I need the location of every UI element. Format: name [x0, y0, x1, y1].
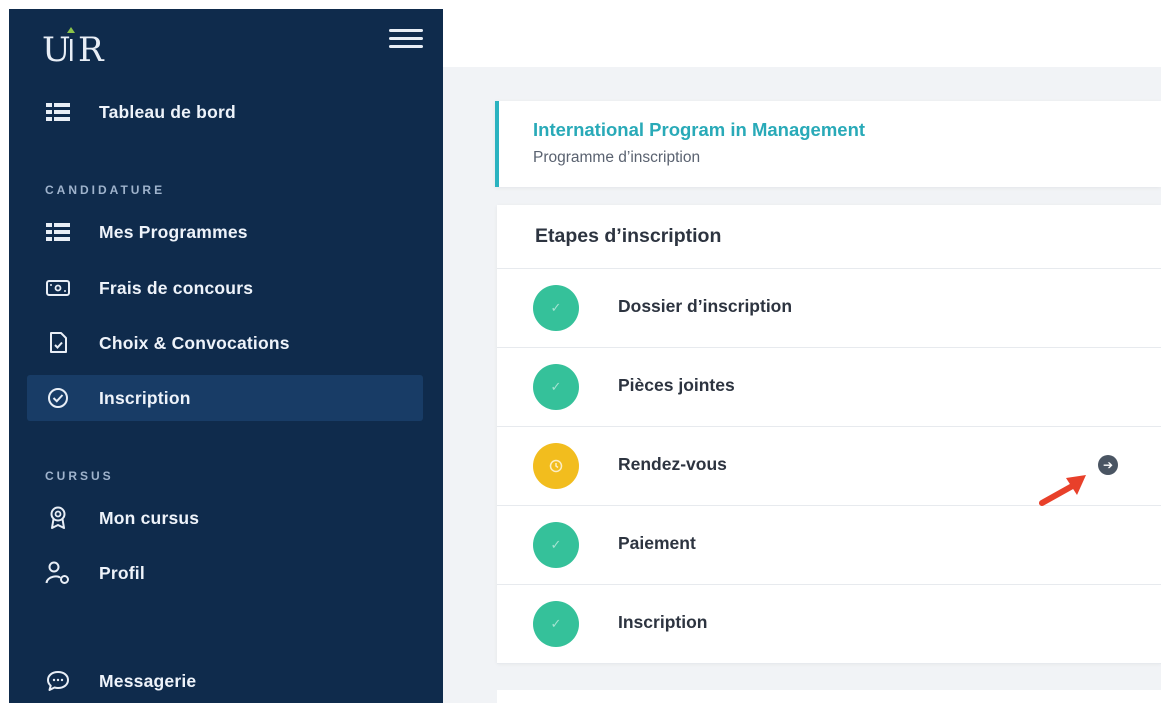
sidebar-item-mon-cursus[interactable]: Mon cursus — [27, 495, 423, 541]
svg-text:R: R — [78, 30, 105, 67]
sidebar-item-mes-programmes[interactable]: Mes Programmes — [27, 209, 423, 255]
sidebar-item-messagerie[interactable]: Messagerie — [27, 658, 423, 704]
program-subtitle: Programme d’inscription — [533, 149, 701, 166]
sidebar-item-inscription[interactable]: Inscription — [27, 375, 423, 421]
sidebar-item-label: Profil — [99, 562, 145, 583]
check-icon: ✓ — [533, 522, 579, 568]
step-label: Paiement — [618, 533, 696, 553]
svg-text:U: U — [42, 30, 71, 67]
check-icon: ✓ — [533, 285, 579, 331]
sidebar-item-choix-convocations[interactable]: Choix & Convocations — [27, 320, 423, 366]
sidebar-item-profil[interactable]: Profil — [27, 550, 423, 596]
step-label: Rendez-vous — [618, 454, 727, 474]
menu-toggle-icon[interactable] — [389, 29, 423, 55]
red-arrow-icon — [1039, 475, 1086, 506]
money-icon — [45, 277, 71, 299]
sidebar-item-label: Tableau de bord — [99, 101, 236, 122]
bottom-card — [497, 690, 1161, 703]
clock-icon — [533, 443, 579, 489]
sidebar-item-label: Mon cursus — [99, 507, 200, 528]
step-label: Inscription — [618, 612, 708, 632]
steps-header: Etapes d’inscription — [497, 205, 1161, 269]
sidebar: U R Tableau de bord CANDIDATURE Mes Prog… — [9, 9, 443, 703]
program-card: International Program in Management Prog… — [495, 101, 1161, 187]
step-label: Pièces jointes — [618, 375, 735, 395]
steps-title: Etapes d’inscription — [535, 225, 722, 247]
award-icon — [45, 506, 71, 529]
sidebar-item-frais-de-concours[interactable]: Frais de concours — [27, 265, 423, 311]
arrow-right-circle-icon[interactable]: ➔ — [1098, 455, 1118, 475]
uir-logo: U R — [42, 27, 105, 67]
program-title: International Program in Management — [533, 119, 866, 140]
step-inscription[interactable]: ✓ Inscription — [497, 585, 1161, 664]
app-frame: U R Tableau de bord CANDIDATURE Mes Prog… — [0, 0, 1161, 703]
document-check-icon — [45, 332, 71, 354]
step-paiement[interactable]: ✓ Paiement — [497, 506, 1161, 585]
top-bar — [443, 9, 1161, 67]
section-title-candidature: CANDIDATURE — [45, 183, 166, 197]
step-label: Dossier d’inscription — [618, 296, 793, 316]
sidebar-item-label: Mes Programmes — [99, 221, 248, 242]
list-icon — [45, 221, 71, 243]
sidebar-item-label: Inscription — [99, 387, 191, 408]
user-settings-icon — [45, 561, 71, 584]
check-icon: ✓ — [533, 601, 579, 647]
sidebar-item-label: Choix & Convocations — [99, 332, 290, 353]
check-icon: ✓ — [533, 364, 579, 410]
section-title-cursus: CURSUS — [45, 469, 114, 483]
sidebar-item-label: Messagerie — [99, 670, 197, 691]
step-pieces-jointes[interactable]: ✓ Pièces jointes — [497, 348, 1161, 427]
sidebar-item-label: Frais de concours — [99, 277, 254, 298]
step-dossier-inscription[interactable]: ✓ Dossier d’inscription — [497, 269, 1161, 348]
chat-icon — [45, 670, 71, 692]
list-icon — [45, 101, 71, 123]
sidebar-item-tableau-de-bord[interactable]: Tableau de bord — [27, 89, 423, 135]
check-circle-icon — [45, 387, 71, 409]
steps-card: Etapes d’inscription ✓ Dossier d’inscrip… — [497, 205, 1161, 664]
